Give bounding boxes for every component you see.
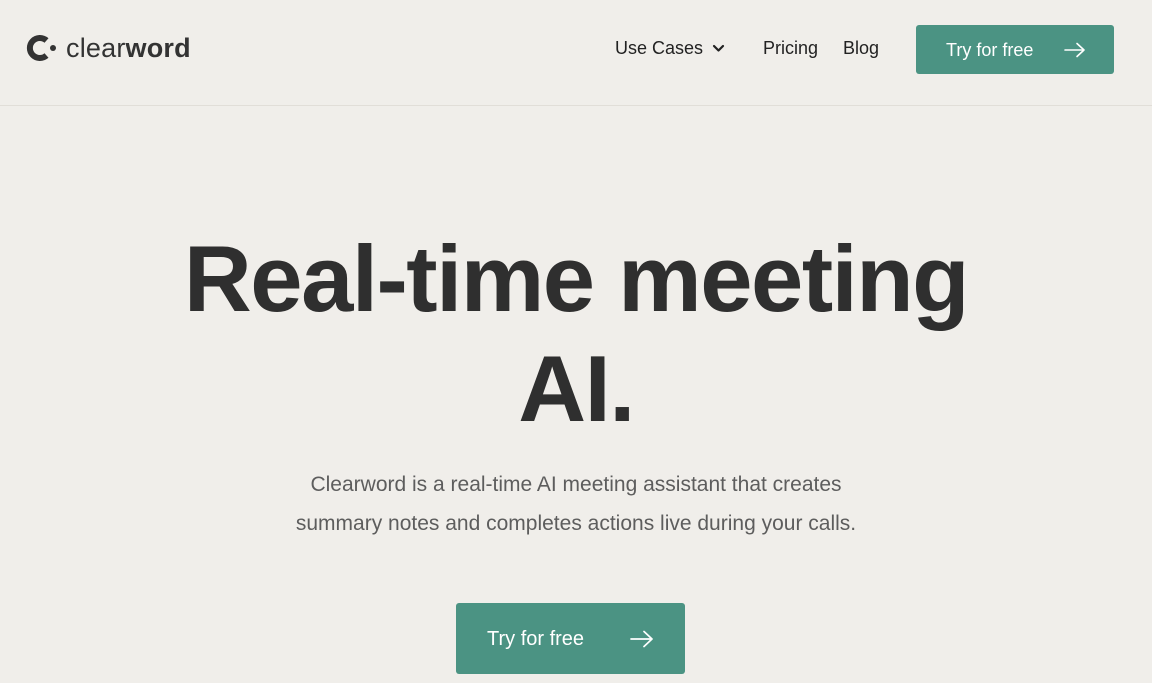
logo-wordmark: clearword — [66, 33, 191, 63]
hero-try-for-free-label: Try for free — [487, 628, 585, 650]
nav-pricing[interactable]: Pricing — [763, 38, 818, 59]
clearword-logo-icon — [26, 35, 56, 61]
nav-use-cases[interactable]: Use Cases — [615, 38, 725, 59]
header-try-for-free-button[interactable]: Try for free — [916, 25, 1114, 74]
hero-subtitle: Clearword is a real-time AI meeting assi… — [226, 465, 926, 543]
arrow-right-icon — [630, 630, 653, 648]
hero-title-line-2: AI. — [518, 336, 635, 441]
logo-wordmark-light: clear — [66, 33, 126, 63]
site-header: clearword Use Cases Pricing Blog Try for… — [0, 0, 1152, 106]
chevron-down-icon — [712, 44, 725, 52]
hero-title: Real-time meeting AI. — [0, 224, 1152, 444]
hero-try-for-free-button[interactable]: Try for free — [456, 603, 685, 674]
hero-subtitle-line-1: Clearword is a real-time AI meeting assi… — [310, 473, 842, 496]
hero-subtitle-line-2: summary notes and completes actions live… — [295, 512, 857, 535]
hero-title-line-1: Real-time meeting — [183, 226, 970, 331]
nav-blog[interactable]: Blog — [843, 38, 879, 59]
clearword-logo[interactable]: clearword — [26, 33, 191, 63]
arrow-right-icon — [1064, 42, 1085, 58]
logo-wordmark-bold: word — [125, 33, 191, 63]
nav-use-cases-label: Use Cases — [615, 38, 704, 58]
header-try-for-free-label: Try for free — [946, 40, 1034, 60]
